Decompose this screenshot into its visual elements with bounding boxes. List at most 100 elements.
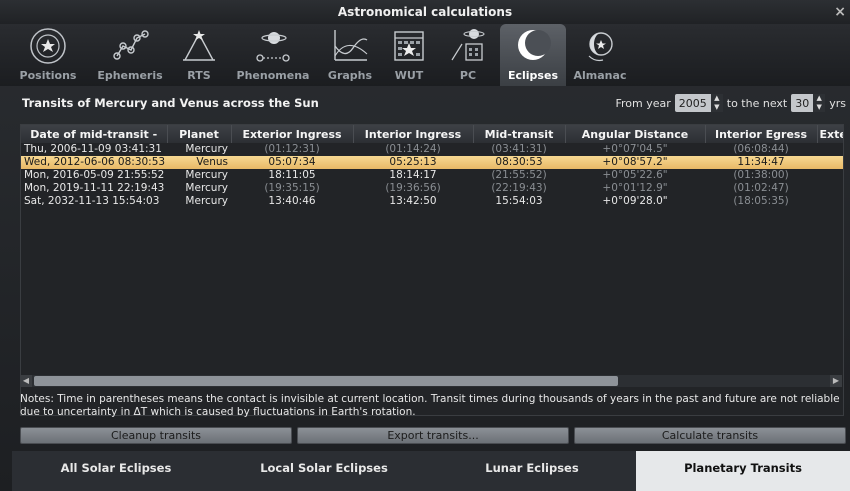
column-header-exterior-ingress[interactable]: Exterior Ingress <box>231 125 354 143</box>
from-year-spinbox[interactable]: 2005 ▲ ▼ <box>674 94 723 112</box>
interior-egress-cell: (18:05:35) <box>733 195 789 207</box>
notes-text: Notes: Time in parentheses means the con… <box>20 393 840 418</box>
interior-ingress-cell: 13:42:50 <box>389 195 437 207</box>
column-header-mid-transit[interactable]: Mid-transit <box>473 125 566 143</box>
date-cell: Mon, 2016-05-09 21:55:52 <box>24 169 165 181</box>
positions-icon <box>30 28 66 64</box>
tab-graphs[interactable]: Graphs <box>320 24 380 86</box>
interior-egress-cell: 11:34:47 <box>705 156 817 169</box>
planet-cell: Mercury <box>185 182 228 194</box>
tab-phenomena[interactable]: Phenomena <box>232 24 314 86</box>
calculations-window: Astronomical calculations × Positions Ep… <box>0 0 850 491</box>
cleanup-transits-button[interactable]: Cleanup transits <box>20 427 292 444</box>
calculate-transits-button[interactable]: Calculate transits <box>574 427 846 444</box>
tab-label: Positions <box>19 69 77 82</box>
eclipses-icon <box>518 30 551 60</box>
column-header-interior-ingress[interactable]: Interior Ingress <box>353 125 474 143</box>
scrollbar-thumb[interactable] <box>34 376 618 386</box>
column-header-planet[interactable]: Planet <box>167 125 232 143</box>
exterior-ingress-cell: 13:40:46 <box>268 195 316 207</box>
interior-ingress-cell: 05:25:13 <box>353 156 473 169</box>
column-header-angular-distance[interactable]: Angular Distance <box>565 125 706 143</box>
horizontal-scrollbar[interactable]: ◀ ▶ <box>20 375 842 387</box>
table-row[interactable]: Mon, 2016-05-09 21:55:52 Mercury 18:11:05 1… <box>21 169 843 182</box>
tab-label: WUT <box>394 69 424 82</box>
years-count-spinbox[interactable]: 30 ▲ ▼ <box>791 94 826 112</box>
tab-pc[interactable]: PC <box>442 24 494 86</box>
eclipse-type-tabs: All Solar Eclipses Local Solar Eclipses … <box>12 451 850 491</box>
tab-label: Phenomena <box>236 69 310 82</box>
scroll-right-icon[interactable]: ▶ <box>830 375 842 387</box>
date-cell: Wed, 2012-06-06 08:30:53 <box>21 156 167 169</box>
phenomena-icon <box>256 32 290 62</box>
scroll-left-icon[interactable]: ◀ <box>20 375 32 387</box>
interior-ingress-cell: (19:36:56) <box>385 182 441 194</box>
export-transits-button[interactable]: Export transits... <box>297 427 569 444</box>
almanac-icon <box>588 32 613 62</box>
exterior-ingress-cell: 05:07:34 <box>231 156 353 169</box>
tab-all-solar-eclipses[interactable]: All Solar Eclipses <box>12 451 220 491</box>
column-header-exterior-egress[interactable]: Exte <box>817 125 843 143</box>
wut-icon <box>394 31 424 61</box>
spin-arrows-icon[interactable]: ▲ ▼ <box>710 94 723 112</box>
tab-label: Ephemeris <box>97 69 163 82</box>
mid-transit-cell: 08:30:53 <box>473 156 565 169</box>
planet-cell: Mercury <box>185 169 228 181</box>
exterior-ingress-cell: (01:12:31) <box>264 143 320 155</box>
angular-distance-cell: +0°08'57.2" <box>565 156 705 169</box>
interior-egress-cell: (06:08:44) <box>733 143 789 155</box>
tab-eclipses[interactable]: Eclipses <box>500 24 566 86</box>
tab-lunar-eclipses[interactable]: Lunar Eclipses <box>428 451 636 491</box>
transits-table[interactable]: Date of mid-transit - Planet Exterior In… <box>20 124 844 416</box>
table-row[interactable]: Wed, 2012-06-06 08:30:53 Venus 05:07:34 05:… <box>21 156 843 169</box>
rts-icon <box>183 30 215 61</box>
date-cell: Mon, 2019-11-11 22:19:43 <box>24 182 165 194</box>
close-icon[interactable]: × <box>834 0 846 24</box>
tab-rts[interactable]: RTS <box>176 24 222 86</box>
mid-transit-cell: (03:41:31) <box>491 143 547 155</box>
planet-cell: Mercury <box>185 143 228 155</box>
interior-ingress-cell: (01:14:24) <box>385 143 441 155</box>
tab-label: RTS <box>187 69 211 82</box>
sort-indicator-icon: - <box>152 127 158 141</box>
angular-distance-cell: +0°05'22.6" <box>602 169 668 181</box>
years-count-value[interactable]: 30 <box>795 97 809 110</box>
mid-transit-cell: (22:19:43) <box>491 182 547 194</box>
exterior-egress-cell <box>817 169 843 182</box>
year-range-controls: From year 2005 ▲ ▼ to the next 30 ▲ ▼ yrs <box>615 93 846 113</box>
tab-wut[interactable]: WUT <box>384 24 434 86</box>
column-header-interior-egress[interactable]: Interior Egress <box>705 125 818 143</box>
mid-transit-cell: 15:54:03 <box>495 195 543 207</box>
column-header-date[interactable]: Date of mid-transit - <box>21 125 168 143</box>
from-year-value[interactable]: 2005 <box>679 97 707 110</box>
from-year-label: From year <box>615 96 671 110</box>
yrs-label: yrs <box>829 96 846 110</box>
table-row[interactable]: Thu, 2006-11-09 03:41:31 Mercury (01:12:31… <box>21 143 843 156</box>
window-title: Astronomical calculations <box>337 5 513 19</box>
exterior-egress-cell <box>817 143 843 156</box>
interior-egress-cell: (01:38:00) <box>733 169 789 181</box>
tab-planetary-transits[interactable]: Planetary Transits <box>636 451 850 491</box>
date-cell: Thu, 2006-11-09 03:41:31 <box>24 143 162 155</box>
tab-label: Graphs <box>327 69 373 82</box>
exterior-ingress-cell: (19:35:15) <box>264 182 320 194</box>
ephemeris-icon <box>113 30 149 60</box>
tab-almanac[interactable]: Almanac <box>570 24 630 86</box>
planet-cell: Mercury <box>185 195 228 207</box>
graphs-icon <box>334 30 368 61</box>
table-row[interactable]: Mon, 2019-11-11 22:19:43 Mercury (19:35:15… <box>21 182 843 195</box>
angular-distance-cell: +0°01'12.9" <box>602 182 668 194</box>
title-bar[interactable]: Astronomical calculations × <box>0 0 850 24</box>
table-header-row: Date of mid-transit - Planet Exterior In… <box>21 125 843 143</box>
angular-distance-cell: +0°07'04.5" <box>602 143 668 155</box>
tab-label: Almanac <box>573 69 627 82</box>
spin-arrows-icon[interactable]: ▲ ▼ <box>813 94 826 112</box>
tab-positions[interactable]: Positions <box>14 24 82 86</box>
interior-egress-cell: (01:02:47) <box>733 182 789 194</box>
interior-ingress-cell: 18:14:17 <box>389 169 437 181</box>
planet-cell: Venus <box>167 156 231 169</box>
tab-local-solar-eclipses[interactable]: Local Solar Eclipses <box>220 451 428 491</box>
tab-ephemeris[interactable]: Ephemeris <box>92 24 168 86</box>
table-row[interactable]: Sat, 2032-11-13 15:54:03 Mercury 13:40:46 1… <box>21 195 843 208</box>
mid-transit-cell: (21:55:52) <box>491 169 547 181</box>
